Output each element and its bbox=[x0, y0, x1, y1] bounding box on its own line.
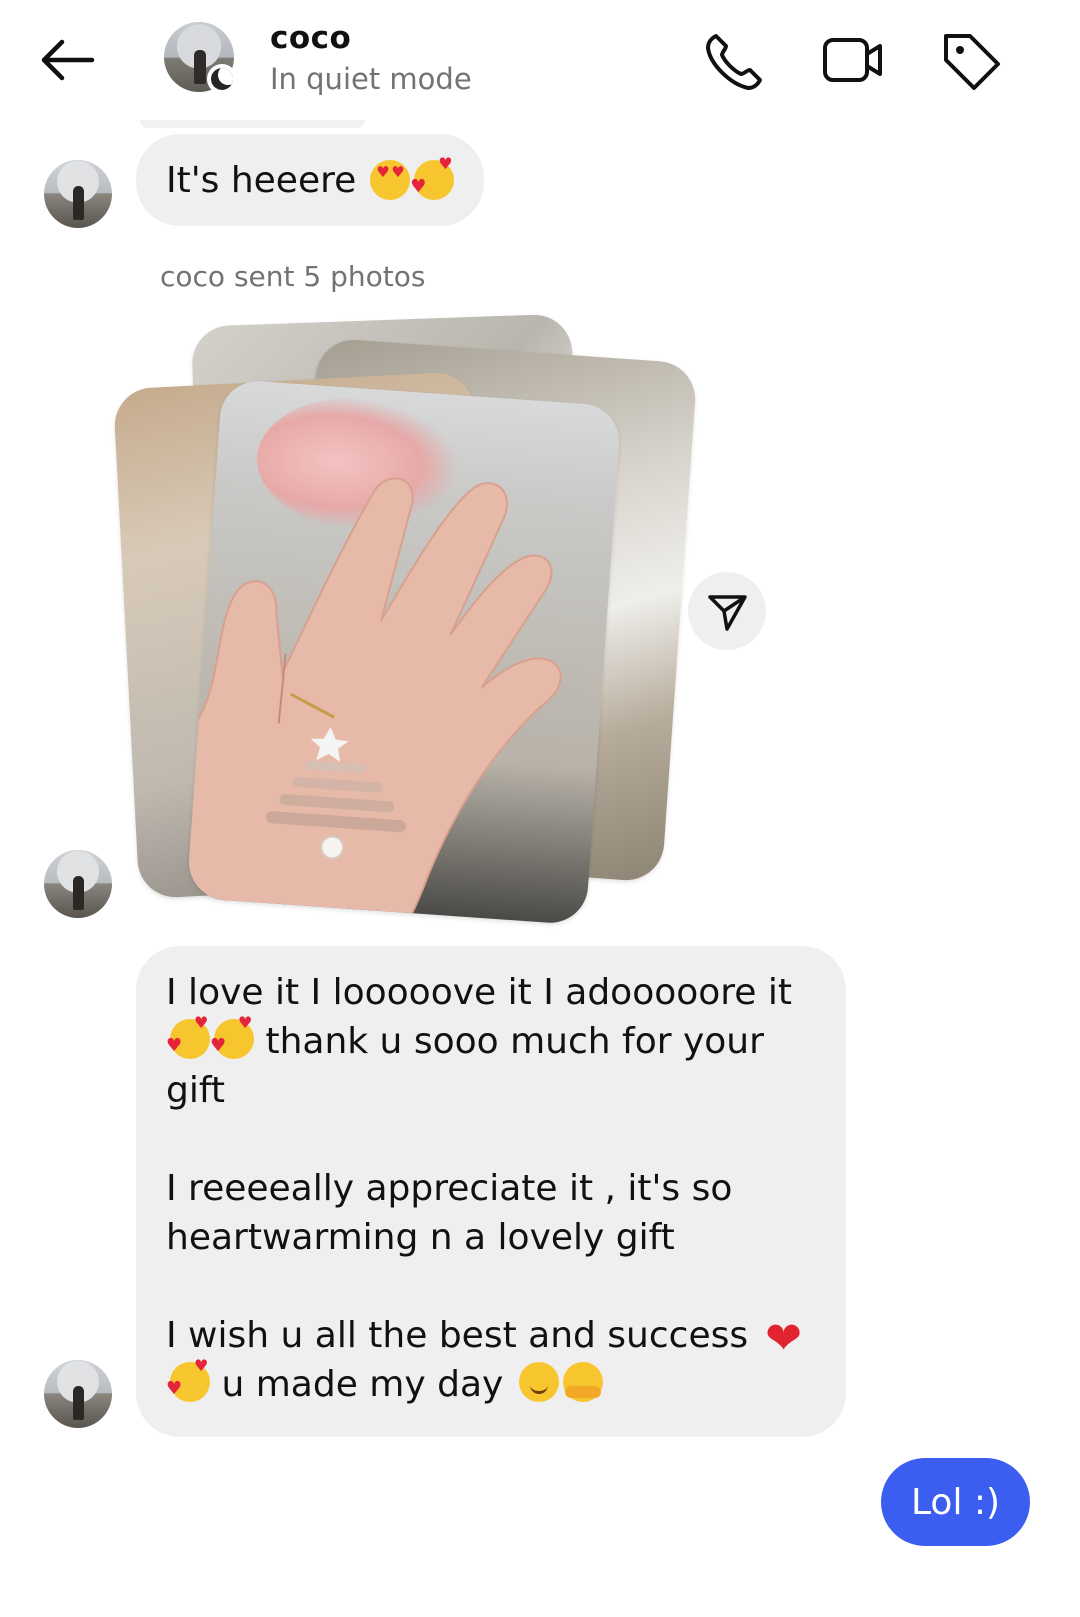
message-line: I reeeeally appreciate it , it's so hear… bbox=[166, 1164, 816, 1262]
red-heart-emoji-icon: ❤ bbox=[765, 1313, 803, 1364]
message-line: thank u sooo much for your gift bbox=[166, 1015, 816, 1115]
avatar[interactable] bbox=[44, 160, 112, 228]
smiling-face-emoji-icon bbox=[518, 1362, 559, 1402]
smiling-face-with-hearts-emoji-icon bbox=[410, 156, 455, 200]
avatar[interactable] bbox=[44, 1360, 112, 1428]
hand-with-pendant-image bbox=[186, 477, 562, 926]
message-line: u made my day bbox=[166, 1358, 816, 1409]
message-text: I wish u all the best and success bbox=[166, 1315, 749, 1356]
chat-screen: coco In quiet mode It's heeere coco bbox=[0, 0, 1080, 1617]
message-bubble-outgoing[interactable]: Lol :) bbox=[881, 1458, 1031, 1546]
message-bubble-incoming[interactable]: I love it I looooove it I adooooore it t… bbox=[136, 946, 846, 1437]
back-button[interactable] bbox=[34, 30, 98, 94]
contact-name[interactable]: coco bbox=[270, 20, 351, 56]
smiling-face-with-hearts-emoji-icon bbox=[166, 1358, 210, 1402]
video-call-icon bbox=[823, 38, 882, 82]
audio-call-button[interactable] bbox=[700, 26, 770, 96]
message-line: I love it I looooove it I adooooore it bbox=[166, 968, 816, 1017]
message-text: I love it I looooove it I adooooore it bbox=[166, 972, 793, 1013]
avatar[interactable] bbox=[44, 850, 112, 918]
message-text: thank u sooo much for your gift bbox=[166, 1021, 776, 1111]
heart-eyes-emoji-icon bbox=[370, 160, 411, 200]
message-bubble-incoming[interactable]: It's heeere bbox=[136, 134, 485, 226]
previous-message-edge bbox=[140, 120, 365, 128]
phone-icon bbox=[706, 34, 762, 90]
arrow-left-icon bbox=[41, 39, 95, 81]
quiet-mode-moon-icon bbox=[207, 64, 237, 94]
message-text: Lol :) bbox=[911, 1481, 1001, 1523]
smiling-face-with-hearts-emoji-icon bbox=[166, 1015, 210, 1059]
message-text: I reeeeally appreciate it , it's so hear… bbox=[166, 1168, 744, 1258]
hugging-face-emoji-icon bbox=[562, 1362, 603, 1402]
chat-header: coco In quiet mode bbox=[0, 0, 1080, 120]
share-button[interactable] bbox=[688, 572, 766, 650]
photo-thumbnail-top[interactable] bbox=[186, 378, 622, 926]
tag-icon bbox=[944, 34, 1000, 90]
message-text: u made my day bbox=[221, 1364, 504, 1405]
photo-stack[interactable] bbox=[0, 300, 1080, 926]
contact-status: In quiet mode bbox=[270, 62, 472, 96]
tag-button[interactable] bbox=[936, 26, 1006, 96]
photos-caption: coco sent 5 photos bbox=[160, 260, 426, 293]
smiling-face-with-hearts-emoji-icon bbox=[210, 1015, 254, 1059]
video-call-button[interactable] bbox=[818, 26, 888, 96]
message-line: I wish u all the best and success ❤ bbox=[166, 1311, 816, 1364]
send-paper-plane-icon bbox=[708, 595, 747, 631]
message-text: It's heeere bbox=[166, 159, 357, 201]
